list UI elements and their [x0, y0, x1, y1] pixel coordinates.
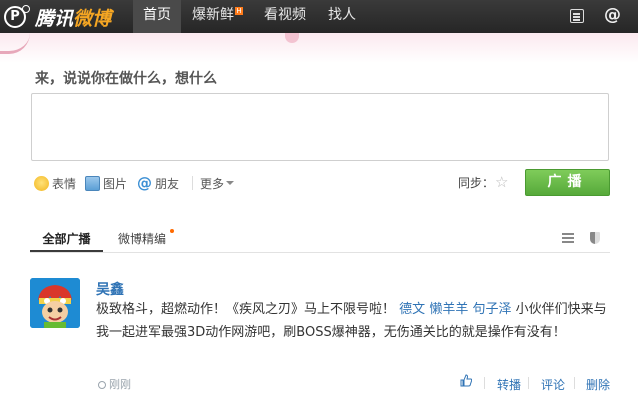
compose-textarea[interactable]: [31, 93, 609, 161]
profile-banner: [0, 33, 638, 63]
picture-tool[interactable]: 图片: [85, 174, 127, 192]
picture-icon: [85, 175, 100, 191]
star-icon[interactable]: ☆: [495, 173, 508, 191]
logo-mark: P: [4, 5, 30, 28]
more-label: 更多: [200, 176, 225, 191]
post-text-a: 极致格斗，超燃动作！《疾风之刃》马上不限号啦！: [96, 302, 396, 317]
nav-find-people[interactable]: 找人: [328, 0, 356, 33]
hot-badge: H: [235, 7, 243, 15]
mention-link[interactable]: 句子泽: [472, 302, 511, 317]
broadcast-button[interactable]: 广播: [525, 169, 610, 196]
friend-label: 朋友: [155, 176, 180, 191]
picture-label: 图片: [103, 176, 128, 191]
avatar[interactable]: [30, 278, 80, 328]
nav-home[interactable]: 首页: [133, 0, 181, 33]
toolbar-divider: [192, 176, 193, 190]
nav-video[interactable]: 看视频: [264, 0, 306, 33]
action-divider: [484, 377, 485, 389]
comment-button[interactable]: 评论: [541, 376, 565, 393]
logo-text: 腾讯微博: [35, 7, 112, 30]
heart-decoration: [285, 33, 299, 43]
list-view-icon[interactable]: [562, 233, 574, 243]
top-navigation-bar: P 腾讯微博 首页 爆新鲜 H 看视频 找人 @: [0, 0, 638, 33]
new-content-dot: [170, 229, 174, 233]
thumbs-up-icon[interactable]: [460, 374, 473, 387]
action-divider: [528, 377, 529, 389]
timestamp-text: 刚刚: [109, 378, 131, 391]
post-timestamp[interactable]: 刚刚: [98, 376, 131, 392]
nav-hot[interactable]: 爆新鲜 H: [192, 0, 243, 33]
messages-list-icon[interactable]: [570, 9, 584, 23]
filter-icon[interactable]: [590, 232, 600, 244]
emoji-label: 表情: [52, 176, 77, 191]
action-divider: [574, 377, 575, 389]
chevron-down-icon: [226, 181, 235, 185]
smiley-icon: [34, 175, 49, 191]
tabs-divider: [30, 252, 610, 253]
repost-button[interactable]: 转播: [497, 376, 521, 393]
mention-link[interactable]: 懒羊羊: [429, 302, 468, 317]
post-content: 极致格斗，超燃动作！《疾风之刃》马上不限号啦！ 德文 懒羊羊 句子泽 小伙伴们快…: [96, 298, 611, 344]
nav-hot-label: 爆新鲜: [192, 7, 234, 23]
more-tools-dropdown[interactable]: 更多: [200, 174, 235, 192]
sync-label: 同步：: [458, 176, 495, 190]
composer-prompt: 来，说说你在做什么，想什么: [35, 71, 217, 87]
mentions-at-icon[interactable]: @: [604, 5, 621, 25]
mention-friend-tool[interactable]: @ 朋友: [137, 174, 179, 192]
mention-link[interactable]: 德文: [399, 302, 425, 317]
tencent-weibo-logo[interactable]: P 腾讯微博: [4, 5, 112, 30]
at-icon: @: [137, 174, 152, 192]
delete-button[interactable]: 删除: [586, 376, 610, 393]
clock-icon: [98, 381, 106, 389]
emoji-tool[interactable]: 表情: [34, 174, 76, 192]
tab-all-broadcasts[interactable]: 全部广播: [30, 230, 103, 247]
post-username[interactable]: 吴鑫: [96, 279, 124, 299]
tab-weibo-picks[interactable]: 微博精编: [118, 230, 166, 247]
ribbon-decoration: [0, 33, 30, 54]
